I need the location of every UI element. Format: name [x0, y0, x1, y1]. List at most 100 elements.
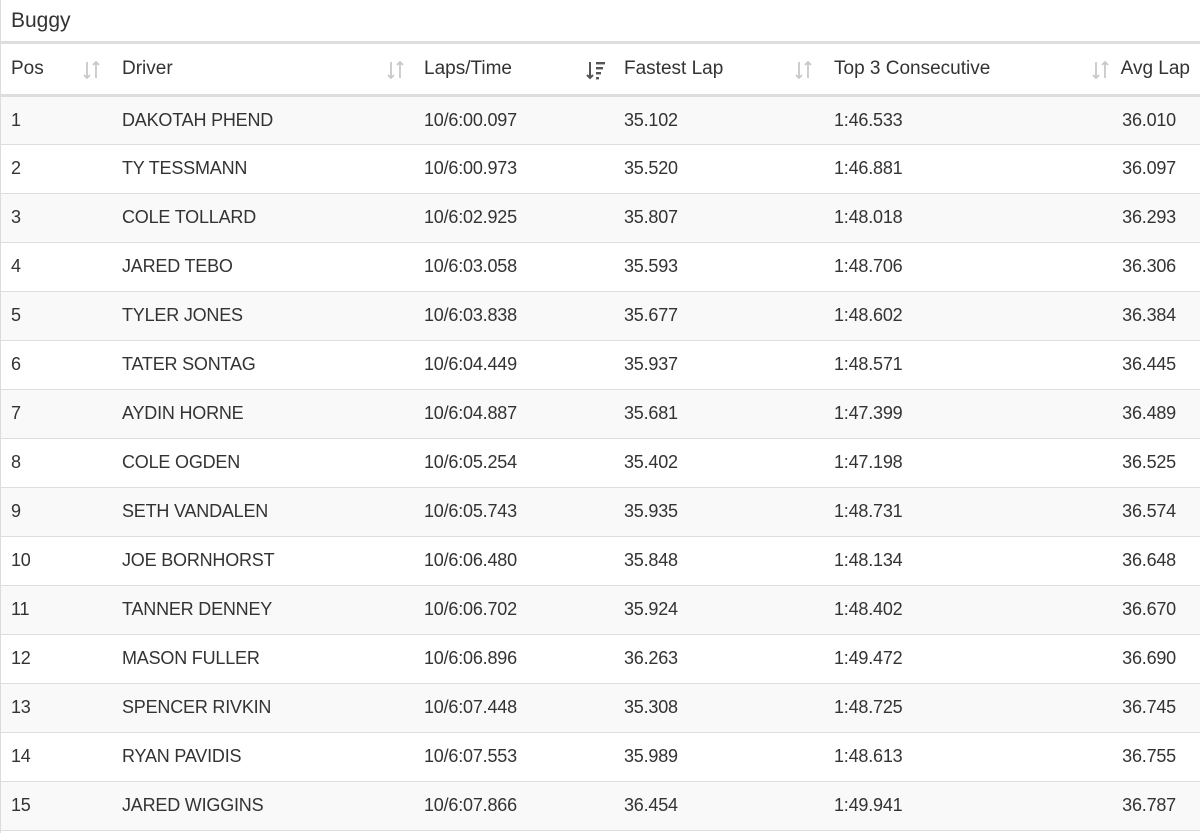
cell-fastest-lap: 35.935	[615, 487, 825, 537]
cell-pos: 1	[1, 95, 113, 145]
cell-driver: TATER SONTAG	[113, 340, 415, 390]
cell-avg-lap: 36.445	[1122, 340, 1200, 390]
column-header-driver[interactable]: Driver	[113, 44, 415, 97]
cell-top3-consecutive: 1:48.571	[825, 340, 1122, 390]
cell-fastest-lap: 36.263	[615, 634, 825, 684]
cell-driver: MASON FULLER	[113, 634, 415, 684]
cell-laps-time: 10/6:05.254	[415, 438, 615, 488]
table-body: 1 DAKOTAH PHEND 10/6:00.097 35.102 1:46.533 3…	[1, 95, 1200, 831]
cell-driver: TY TESSMANN	[113, 144, 415, 194]
cell-top3-consecutive: 1:46.881	[825, 144, 1122, 194]
cell-avg-lap: 36.648	[1122, 536, 1200, 586]
table-row[interactable]: 2 TY TESSMANN 10/6:00.973 35.520 1:46.881 36.…	[1, 144, 1200, 194]
cell-fastest-lap: 35.681	[615, 389, 825, 439]
cell-laps-time: 10/6:02.925	[415, 193, 615, 243]
table-row[interactable]: 1 DAKOTAH PHEND 10/6:00.097 35.102 1:46.533 3…	[1, 95, 1200, 145]
cell-pos: 12	[1, 634, 113, 684]
cell-laps-time: 10/6:07.553	[415, 732, 615, 782]
cell-driver: SETH VANDALEN	[113, 487, 415, 537]
cell-driver: JARED TEBO	[113, 242, 415, 292]
table-row[interactable]: 5 TYLER JONES 10/6:03.838 35.677 1:48.602 36.…	[1, 291, 1200, 341]
sort-both-icon[interactable]	[385, 59, 407, 81]
column-header-label: Fastest Lap	[624, 58, 724, 79]
cell-driver: DAKOTAH PHEND	[113, 95, 415, 145]
cell-top3-consecutive: 1:48.731	[825, 487, 1122, 537]
cell-avg-lap: 36.755	[1122, 732, 1200, 782]
cell-fastest-lap: 36.454	[615, 781, 825, 831]
table-row[interactable]: 6 TATER SONTAG 10/6:04.449 35.937 1:48.571 36…	[1, 340, 1200, 390]
cell-fastest-lap: 35.937	[615, 340, 825, 390]
cell-top3-consecutive: 1:48.613	[825, 732, 1122, 782]
cell-laps-time: 10/6:00.097	[415, 95, 615, 145]
cell-pos: 6	[1, 340, 113, 390]
cell-avg-lap: 36.690	[1122, 634, 1200, 684]
cell-laps-time: 10/6:00.973	[415, 144, 615, 194]
cell-fastest-lap: 35.308	[615, 683, 825, 733]
cell-avg-lap: 36.745	[1122, 683, 1200, 733]
column-header-label: Pos	[11, 58, 44, 79]
column-header-top3-consecutive[interactable]: Top 3 Consecutive	[825, 44, 1122, 97]
column-header-avg-lap[interactable]: Avg Lap	[1120, 44, 1200, 97]
table-row[interactable]: 13 SPENCER RIVKIN 10/6:07.448 35.308 1:48.72…	[1, 683, 1200, 733]
cell-laps-time: 10/6:06.896	[415, 634, 615, 684]
cell-avg-lap: 36.010	[1122, 95, 1200, 145]
cell-laps-time: 10/6:07.866	[415, 781, 615, 831]
cell-laps-time: 10/6:05.743	[415, 487, 615, 537]
cell-fastest-lap: 35.102	[615, 95, 825, 145]
column-header-label: Driver	[122, 58, 173, 79]
cell-fastest-lap: 35.989	[615, 732, 825, 782]
cell-top3-consecutive: 1:49.941	[825, 781, 1122, 831]
column-header-label: Top 3 Consecutive	[834, 58, 991, 79]
table-row[interactable]: 9 SETH VANDALEN 10/6:05.743 35.935 1:48.731 3…	[1, 487, 1200, 537]
cell-top3-consecutive: 1:48.706	[825, 242, 1122, 292]
cell-laps-time: 10/6:06.702	[415, 585, 615, 635]
cell-pos: 3	[1, 193, 113, 243]
cell-avg-lap: 36.384	[1122, 291, 1200, 341]
cell-laps-time: 10/6:04.887	[415, 389, 615, 439]
cell-pos: 8	[1, 438, 113, 488]
sort-both-icon[interactable]	[1090, 59, 1112, 81]
cell-top3-consecutive: 1:48.402	[825, 585, 1122, 635]
cell-driver: RYAN PAVIDIS	[113, 732, 415, 782]
table-row[interactable]: 14 RYAN PAVIDIS 10/6:07.553 35.989 1:48.613 3…	[1, 732, 1200, 782]
cell-avg-lap: 36.489	[1122, 389, 1200, 439]
cell-pos: 10	[1, 536, 113, 586]
table-row[interactable]: 3 COLE TOLLARD 10/6:02.925 35.807 1:48.018 36…	[1, 193, 1200, 243]
table-header-row: Pos Driver Laps/Time Fastest Lap Top 3 C…	[1, 44, 1200, 97]
cell-pos: 5	[1, 291, 113, 341]
sort-descending-icon[interactable]	[585, 59, 607, 81]
column-header-label: Avg Lap	[1120, 58, 1190, 79]
table-row[interactable]: 15 JARED WIGGINS 10/6:07.866 36.454 1:49.941…	[1, 781, 1200, 831]
results-panel: Buggy Pos Driver Laps/Time Fastest Lap T…	[0, 0, 1200, 833]
cell-driver: JARED WIGGINS	[113, 781, 415, 831]
cell-fastest-lap: 35.402	[615, 438, 825, 488]
table-row[interactable]: 11 TANNER DENNEY 10/6:06.702 35.924 1:48.402…	[1, 585, 1200, 635]
cell-top3-consecutive: 1:46.533	[825, 95, 1122, 145]
table-row[interactable]: 4 JARED TEBO 10/6:03.058 35.593 1:48.706 36.3…	[1, 242, 1200, 292]
table-row[interactable]: 8 COLE OGDEN 10/6:05.254 35.402 1:47.198 36.5…	[1, 438, 1200, 488]
column-header-fastest-lap[interactable]: Fastest Lap	[615, 44, 825, 97]
cell-top3-consecutive: 1:48.134	[825, 536, 1122, 586]
cell-laps-time: 10/6:04.449	[415, 340, 615, 390]
table-row[interactable]: 12 MASON FULLER 10/6:06.896 36.263 1:49.472 3…	[1, 634, 1200, 684]
cell-driver: AYDIN HORNE	[113, 389, 415, 439]
cell-driver: COLE TOLLARD	[113, 193, 415, 243]
cell-top3-consecutive: 1:48.725	[825, 683, 1122, 733]
results-table: Pos Driver Laps/Time Fastest Lap Top 3 C…	[1, 44, 1200, 831]
cell-fastest-lap: 35.848	[615, 536, 825, 586]
cell-top3-consecutive: 1:48.602	[825, 291, 1122, 341]
cell-fastest-lap: 35.677	[615, 291, 825, 341]
cell-avg-lap: 36.097	[1122, 144, 1200, 194]
cell-fastest-lap: 35.520	[615, 144, 825, 194]
table-row[interactable]: 7 AYDIN HORNE 10/6:04.887 35.681 1:47.399 36.…	[1, 389, 1200, 439]
cell-top3-consecutive: 1:47.198	[825, 438, 1122, 488]
cell-driver: SPENCER RIVKIN	[113, 683, 415, 733]
sort-both-icon[interactable]	[81, 59, 103, 81]
column-header-laps-time[interactable]: Laps/Time	[415, 44, 615, 97]
cell-laps-time: 10/6:03.058	[415, 242, 615, 292]
cell-driver: TANNER DENNEY	[113, 585, 415, 635]
sort-both-icon[interactable]	[793, 59, 815, 81]
column-header-pos[interactable]: Pos	[1, 44, 113, 97]
table-row[interactable]: 10 JOE BORNHORST 10/6:06.480 35.848 1:48.134…	[1, 536, 1200, 586]
cell-fastest-lap: 35.593	[615, 242, 825, 292]
